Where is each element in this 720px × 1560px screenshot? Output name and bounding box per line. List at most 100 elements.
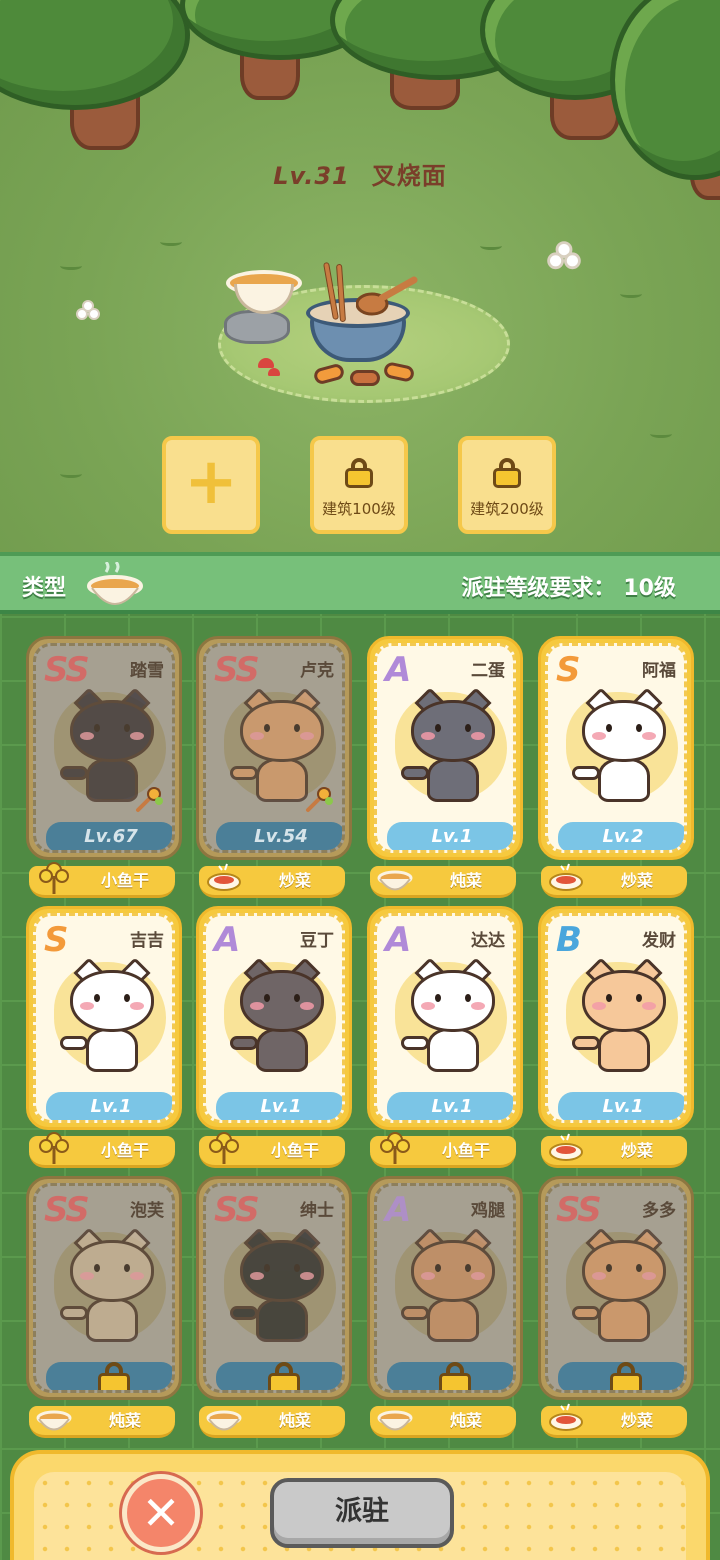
cat-name: 二蛋 [471,661,505,681]
cat-name: 吉吉 [130,931,164,951]
mushroom-icon [258,358,274,368]
flower-decoration [76,300,100,324]
skill-pill: 炖菜 [29,1406,175,1438]
stew-bowl-icon [377,870,413,891]
lock-icon [439,1362,471,1390]
cat-level: Lv.1 [387,1092,513,1120]
cat-portrait [401,687,499,808]
lock-icon [98,1362,130,1390]
cat-name: 踏雪 [130,661,164,681]
skill-pill: 小鱼干 [29,862,175,898]
skill-label: 炒菜 [620,1411,653,1430]
cat-portrait [230,1227,328,1348]
fish-flower-icon [39,1132,69,1164]
stir-fry-plate-icon [549,1403,583,1431]
cat-portrait [401,1227,499,1348]
close-button[interactable]: ✕ [122,1474,200,1552]
cat-card[interactable]: SS 卢克 Lv.54 [196,636,352,860]
cat-level: Lv.67 [46,822,172,850]
cat-card[interactable]: A 二蛋 Lv.1 [367,636,523,860]
building-level: Lv.31 [273,162,350,190]
skill-pill: 炒菜 [541,863,687,898]
type-label: 类型 [22,576,67,601]
ramen-bowl-icon [226,270,302,318]
add-cat-slot[interactable]: + [162,436,260,534]
cat-portrait [401,957,499,1078]
cat-card[interactable]: B 发财 Lv.1 [538,906,694,1130]
rarity-badge: A [385,650,411,690]
lock-icon [268,1362,300,1390]
skill-label: 小鱼干 [441,1141,490,1160]
cat-level: Lv.1 [387,822,513,850]
cat-selection-panel: 类型 派驻等级要求： 10级 SS 踏雪 Lv.67 小鱼干 SS 卢克 Lv.… [0,552,720,1560]
cat-card[interactable]: A 豆丁 Lv.1 [196,906,352,1130]
rarity-badge: S [556,650,580,690]
rarity-badge: SS [556,1190,602,1230]
cat-name: 豆丁 [300,931,334,951]
building-title: Lv.31 叉烧面 [0,156,720,191]
cat-card[interactable]: SS 绅士 [196,1176,352,1400]
building-name: 叉烧面 [371,162,447,190]
rarity-badge: S [44,920,68,960]
assign-requirement: 派驻等级要求： 10级 [461,576,676,601]
rarity-badge: SS [214,650,260,690]
skill-label: 炒菜 [620,1141,653,1160]
rarity-badge: B [556,920,582,960]
cat-name: 多多 [642,1201,676,1221]
cat-portrait [60,1227,158,1348]
locked-slot-100[interactable]: 建筑100级 [310,436,408,534]
skill-label: 炖菜 [278,1411,311,1430]
skill-label: 炒菜 [278,871,311,890]
skill-label: 炒菜 [620,871,653,890]
cat-card[interactable]: SS 多多 [538,1176,694,1400]
cat-card[interactable]: SS 踏雪 Lv.67 [26,636,182,860]
rarity-badge: SS [44,650,90,690]
skill-label: 小鱼干 [270,1141,319,1160]
skill-pill: 炒菜 [541,1403,687,1438]
mushroom-icon [268,368,280,376]
cat-level: Lv.2 [558,822,684,850]
stir-fry-plate-icon [549,1133,583,1161]
cat-portrait [230,957,328,1078]
cat-card[interactable]: A 鸡腿 [367,1176,523,1400]
stir-fry-plate-icon [207,863,241,891]
cat-portrait [60,957,158,1078]
cat-card[interactable]: S 吉吉 Lv.1 [26,906,182,1130]
skill-label: 小鱼干 [100,871,149,890]
assign-button[interactable]: 派驻 [270,1478,454,1548]
cat-portrait [572,957,670,1078]
skill-label: 炖菜 [449,1411,482,1430]
skill-pill: 炖菜 [199,1406,345,1438]
skill-pill: 小鱼干 [29,1132,175,1168]
skill-label: 炖菜 [449,871,482,890]
building-scene: Lv.31 叉烧面 + 建筑100级 建筑200级 [0,0,720,552]
cat-name: 达达 [471,931,505,951]
skill-pill: 炒菜 [541,1133,687,1168]
rarity-badge: A [385,920,411,960]
slot-requirement: 建筑100级 [322,499,396,518]
locked-slot-200[interactable]: 建筑200级 [458,436,556,534]
fish-flower-icon [380,1132,410,1164]
skill-pill: 炖菜 [370,1406,516,1438]
stew-bowl-icon [36,1410,72,1431]
cat-name: 绅士 [300,1201,334,1221]
skewer-icon [306,787,333,812]
rarity-badge: A [385,1190,411,1230]
rarity-badge: SS [214,1190,260,1230]
cat-card[interactable]: SS 泡芙 [26,1176,182,1400]
fish-flower-icon [209,1132,239,1164]
skill-pill: 小鱼干 [370,1132,516,1168]
lock-icon [610,1362,642,1390]
tree-decoration [0,0,190,180]
close-icon: ✕ [141,1486,181,1540]
chopsticks-icon [323,261,350,323]
cat-portrait [572,687,670,808]
cat-name: 鸡腿 [471,1201,505,1221]
cat-card[interactable]: A 达达 Lv.1 [367,906,523,1130]
lock-icon [345,457,373,488]
cat-name: 发财 [642,931,676,951]
cat-level: Lv.1 [558,1092,684,1120]
cat-card[interactable]: S 阿福 Lv.2 [538,636,694,860]
plus-icon: + [184,445,238,519]
skill-pill: 小鱼干 [199,1132,345,1168]
